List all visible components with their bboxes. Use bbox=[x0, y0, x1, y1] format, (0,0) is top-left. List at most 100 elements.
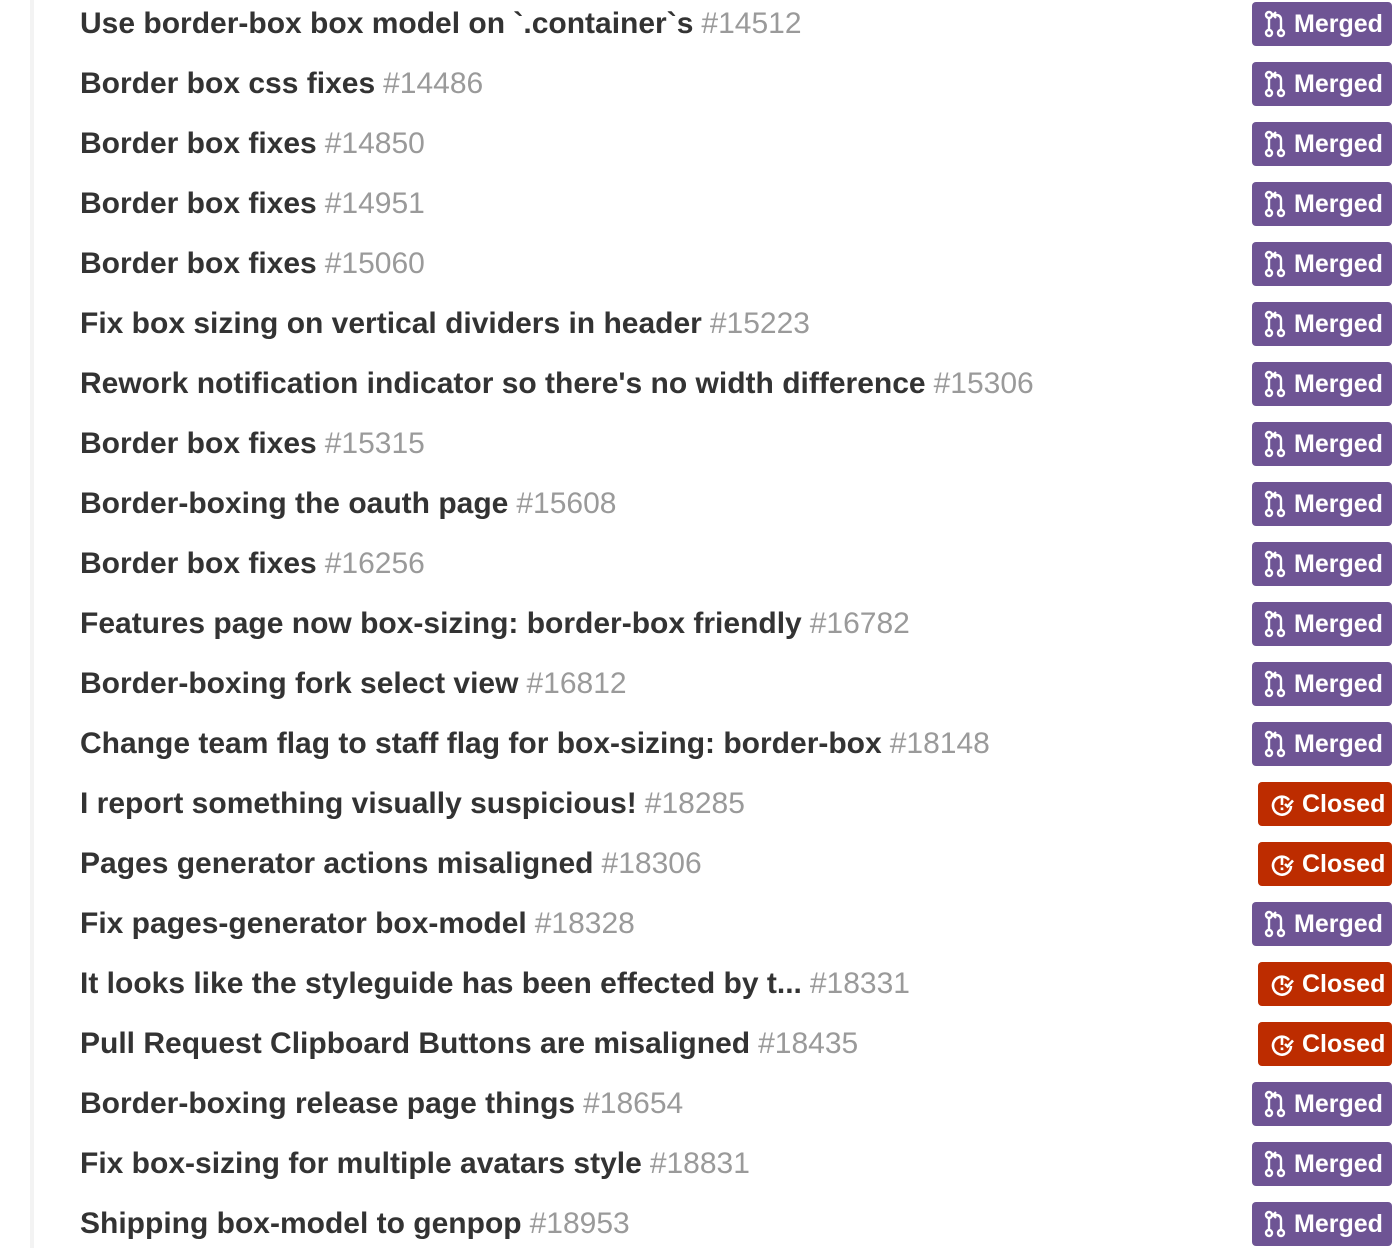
list-item: Border-boxing fork select view #16812 Mer… bbox=[0, 654, 1394, 714]
status-label: Merged bbox=[1294, 310, 1383, 338]
issue-number[interactable]: #15223 bbox=[710, 307, 810, 340]
status-label: Merged bbox=[1294, 250, 1383, 278]
list-item: I report something visually suspicious! #… bbox=[0, 774, 1394, 834]
status-badge: Merged bbox=[1252, 482, 1392, 526]
list-item: It looks like the styleguide has been ef… bbox=[0, 954, 1394, 1014]
status-badge: Closed bbox=[1258, 782, 1392, 826]
list-item: Border box fixes #15315 Merged bbox=[0, 414, 1394, 474]
status-badge: Merged bbox=[1252, 2, 1392, 46]
issue-number[interactable]: #14512 bbox=[701, 7, 801, 40]
issue-title[interactable]: Fix box sizing on vertical dividers in h… bbox=[80, 307, 702, 340]
list-item: Use border-box box model on `.container`… bbox=[0, 0, 1394, 54]
git-merge-icon bbox=[1264, 10, 1286, 38]
git-merge-icon bbox=[1264, 310, 1286, 338]
status-badge: Closed bbox=[1258, 842, 1392, 886]
status-label: Merged bbox=[1294, 1150, 1383, 1178]
issue-number[interactable]: #18285 bbox=[645, 787, 745, 820]
issue-title[interactable]: Fix box-sizing for multiple avatars styl… bbox=[80, 1147, 642, 1180]
git-merge-icon bbox=[1264, 910, 1286, 938]
issue-number[interactable]: #18328 bbox=[535, 907, 635, 940]
list-item: Border box fixes #15060 Merged bbox=[0, 234, 1394, 294]
status-badge: Merged bbox=[1252, 662, 1392, 706]
status-badge: Merged bbox=[1252, 302, 1392, 346]
issue-title[interactable]: Rework notification indicator so there's… bbox=[80, 367, 926, 400]
status-label: Merged bbox=[1294, 490, 1383, 518]
status-label: Merged bbox=[1294, 610, 1383, 638]
issue-title[interactable]: Border box fixes bbox=[80, 247, 317, 280]
status-label: Merged bbox=[1294, 430, 1383, 458]
status-label: Closed bbox=[1302, 970, 1386, 998]
issue-number[interactable]: #16256 bbox=[325, 547, 425, 580]
issue-number[interactable]: #18148 bbox=[890, 727, 990, 760]
issue-number[interactable]: #18435 bbox=[758, 1027, 858, 1060]
issue-title[interactable]: Pages generator actions misaligned bbox=[80, 847, 594, 880]
issue-number[interactable]: #15306 bbox=[934, 367, 1034, 400]
issue-number[interactable]: #16812 bbox=[526, 667, 626, 700]
issue-title[interactable]: Pull Request Clipboard Buttons are misal… bbox=[80, 1027, 750, 1060]
status-badge: Merged bbox=[1252, 122, 1392, 166]
git-merge-icon bbox=[1264, 1210, 1286, 1238]
issue-title[interactable]: Border box fixes bbox=[80, 127, 317, 160]
issue-number[interactable]: #18831 bbox=[650, 1147, 750, 1180]
list-item: Fix box-sizing for multiple avatars styl… bbox=[0, 1134, 1394, 1194]
list-item: Border-boxing release page things #18654 … bbox=[0, 1074, 1394, 1134]
status-label: Closed bbox=[1302, 790, 1386, 818]
list-item: Features page now box-sizing: border-box… bbox=[0, 594, 1394, 654]
issue-closed-icon bbox=[1270, 1030, 1294, 1058]
issue-title[interactable]: Shipping box-model to genpop bbox=[80, 1207, 522, 1240]
git-merge-icon bbox=[1264, 70, 1286, 98]
issue-title[interactable]: Use border-box box model on `.container`… bbox=[80, 7, 693, 40]
status-badge: Merged bbox=[1252, 422, 1392, 466]
reference-list: Use border-box box model on `.container`… bbox=[0, 0, 1394, 1254]
issue-number[interactable]: #14486 bbox=[383, 67, 483, 100]
list-item: Border box fixes #14951 Merged bbox=[0, 174, 1394, 234]
status-label: Merged bbox=[1294, 70, 1383, 98]
status-label: Merged bbox=[1294, 910, 1383, 938]
list-item: Border-boxing the oauth page #15608 Merge… bbox=[0, 474, 1394, 534]
issue-number[interactable]: #15608 bbox=[516, 487, 616, 520]
git-merge-icon bbox=[1264, 670, 1286, 698]
issue-number[interactable]: #18306 bbox=[602, 847, 702, 880]
issue-title[interactable]: Border-boxing the oauth page bbox=[80, 487, 508, 520]
issue-number[interactable]: #18654 bbox=[583, 1087, 683, 1120]
issue-title[interactable]: It looks like the styleguide has been ef… bbox=[80, 967, 802, 1000]
issue-title[interactable]: I report something visually suspicious! bbox=[80, 787, 637, 820]
issue-number[interactable]: #15060 bbox=[325, 247, 425, 280]
status-badge: Merged bbox=[1252, 1202, 1392, 1246]
git-merge-icon bbox=[1264, 1090, 1286, 1118]
status-badge: Merged bbox=[1252, 1082, 1392, 1126]
issue-title[interactable]: Fix pages-generator box-model bbox=[80, 907, 527, 940]
status-badge: Merged bbox=[1252, 362, 1392, 406]
issue-number[interactable]: #14850 bbox=[325, 127, 425, 160]
list-item: Pages generator actions misaligned #18306… bbox=[0, 834, 1394, 894]
git-merge-icon bbox=[1264, 490, 1286, 518]
issue-title[interactable]: Border-boxing release page things bbox=[80, 1087, 575, 1120]
issue-number[interactable]: #18953 bbox=[530, 1207, 630, 1240]
issue-number[interactable]: #18331 bbox=[810, 967, 910, 1000]
issue-title[interactable]: Border box fixes bbox=[80, 187, 317, 220]
issue-title[interactable]: Border box fixes bbox=[80, 427, 317, 460]
status-label: Closed bbox=[1302, 850, 1386, 878]
issue-number[interactable]: #14951 bbox=[325, 187, 425, 220]
status-badge: Closed bbox=[1258, 1022, 1392, 1066]
list-item: Change team flag to staff flag for box-s… bbox=[0, 714, 1394, 774]
status-label: Merged bbox=[1294, 1210, 1383, 1238]
list-item: Shipping box-model to genpop #18953 Merge… bbox=[0, 1194, 1394, 1254]
issue-title[interactable]: Change team flag to staff flag for box-s… bbox=[80, 727, 882, 760]
issue-number[interactable]: #16782 bbox=[810, 607, 910, 640]
list-item: Border box fixes #16256 Merged bbox=[0, 534, 1394, 594]
issue-title[interactable]: Border-boxing fork select view bbox=[80, 667, 518, 700]
git-merge-icon bbox=[1264, 130, 1286, 158]
issue-title[interactable]: Border box css fixes bbox=[80, 67, 375, 100]
list-item: Pull Request Clipboard Buttons are misal… bbox=[0, 1014, 1394, 1074]
status-badge: Merged bbox=[1252, 242, 1392, 286]
status-badge: Merged bbox=[1252, 62, 1392, 106]
issue-closed-icon bbox=[1270, 850, 1294, 878]
git-merge-icon bbox=[1264, 430, 1286, 458]
issue-number[interactable]: #15315 bbox=[325, 427, 425, 460]
git-merge-icon bbox=[1264, 1150, 1286, 1178]
issue-title[interactable]: Border box fixes bbox=[80, 547, 317, 580]
issue-closed-icon bbox=[1270, 970, 1294, 998]
issue-title[interactable]: Features page now box-sizing: border-box… bbox=[80, 607, 802, 640]
list-item: Fix pages-generator box-model #18328 Merg… bbox=[0, 894, 1394, 954]
